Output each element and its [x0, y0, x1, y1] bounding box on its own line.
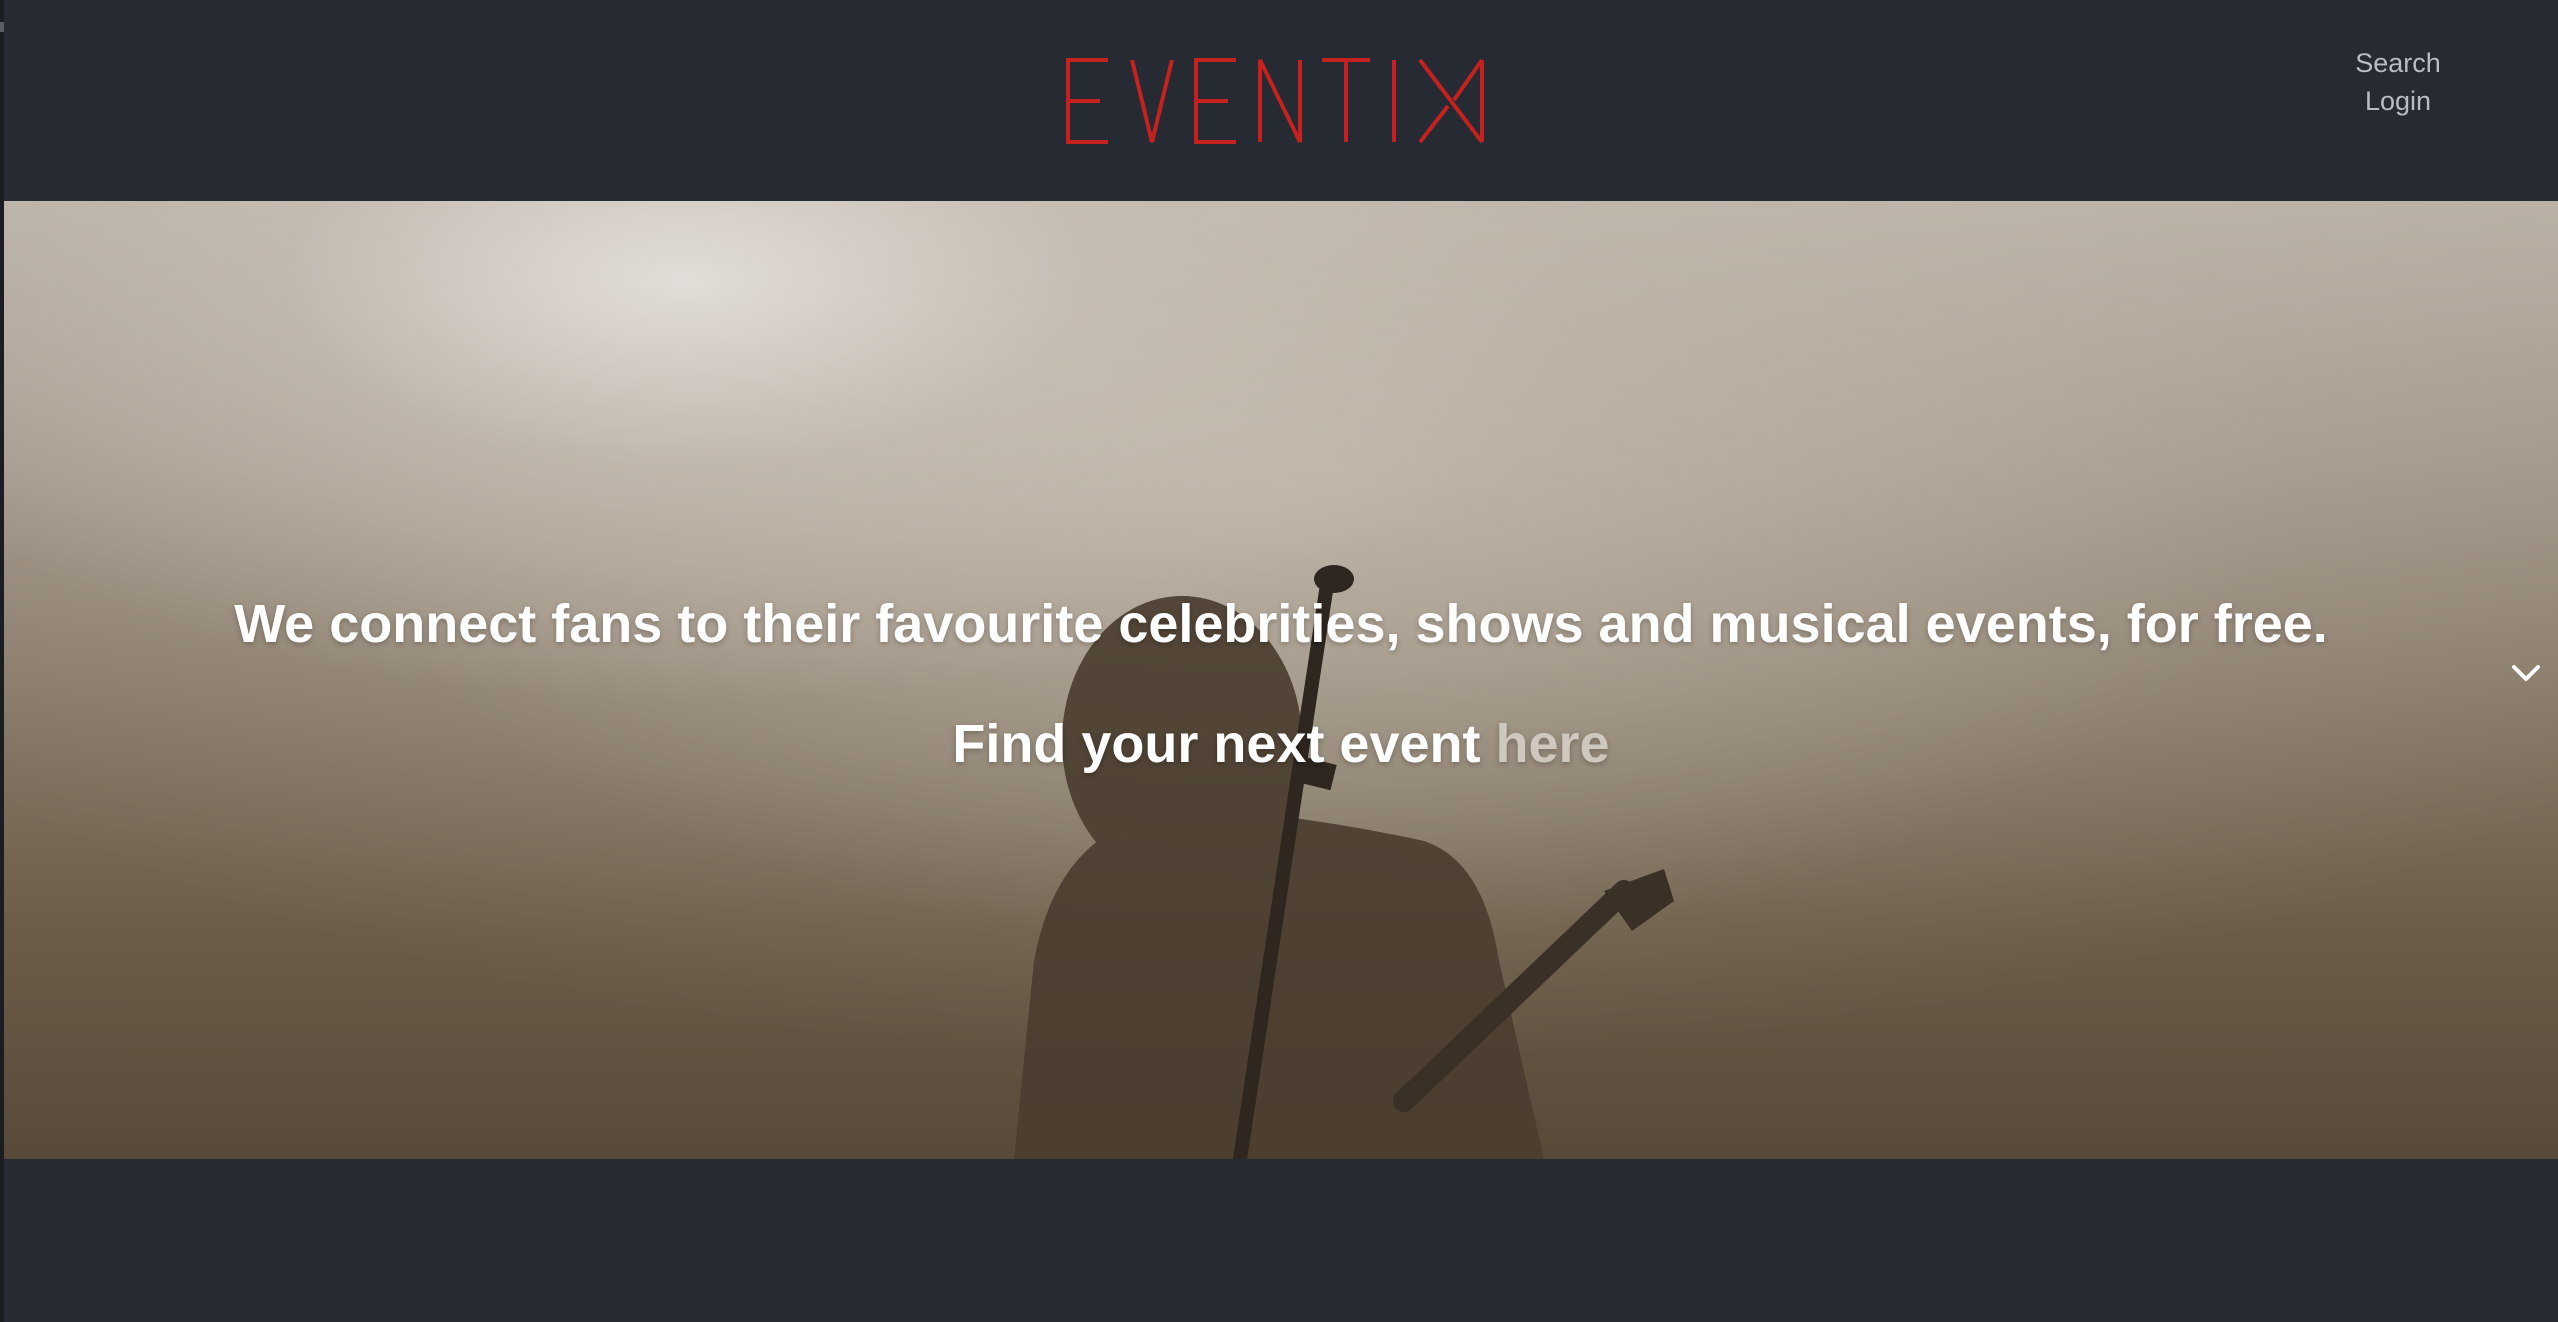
site-header: Search Login [4, 2, 2558, 201]
search-link[interactable]: Search [2318, 44, 2478, 82]
hero-tagline: We connect fans to their favourite celeb… [234, 594, 2328, 654]
concert-photo [4, 201, 2558, 1159]
login-link[interactable]: Login [2318, 82, 2478, 120]
find-event-link[interactable]: here [1496, 714, 1610, 774]
hero-cta: Find your next event here [4, 709, 2558, 779]
logo-wordmark-icon [1066, 58, 1484, 144]
page: Search Login We connect fans to their fa… [0, 0, 2558, 1322]
page-footer-band [4, 1159, 2558, 1322]
eventix-logo[interactable] [1064, 56, 1504, 146]
cta-prefix: Find your next event [952, 714, 1496, 774]
chevron-down-icon[interactable] [2506, 653, 2546, 693]
hero-banner: We connect fans to their favourite celeb… [4, 201, 2558, 1159]
header-nav: Search Login [2318, 44, 2478, 120]
